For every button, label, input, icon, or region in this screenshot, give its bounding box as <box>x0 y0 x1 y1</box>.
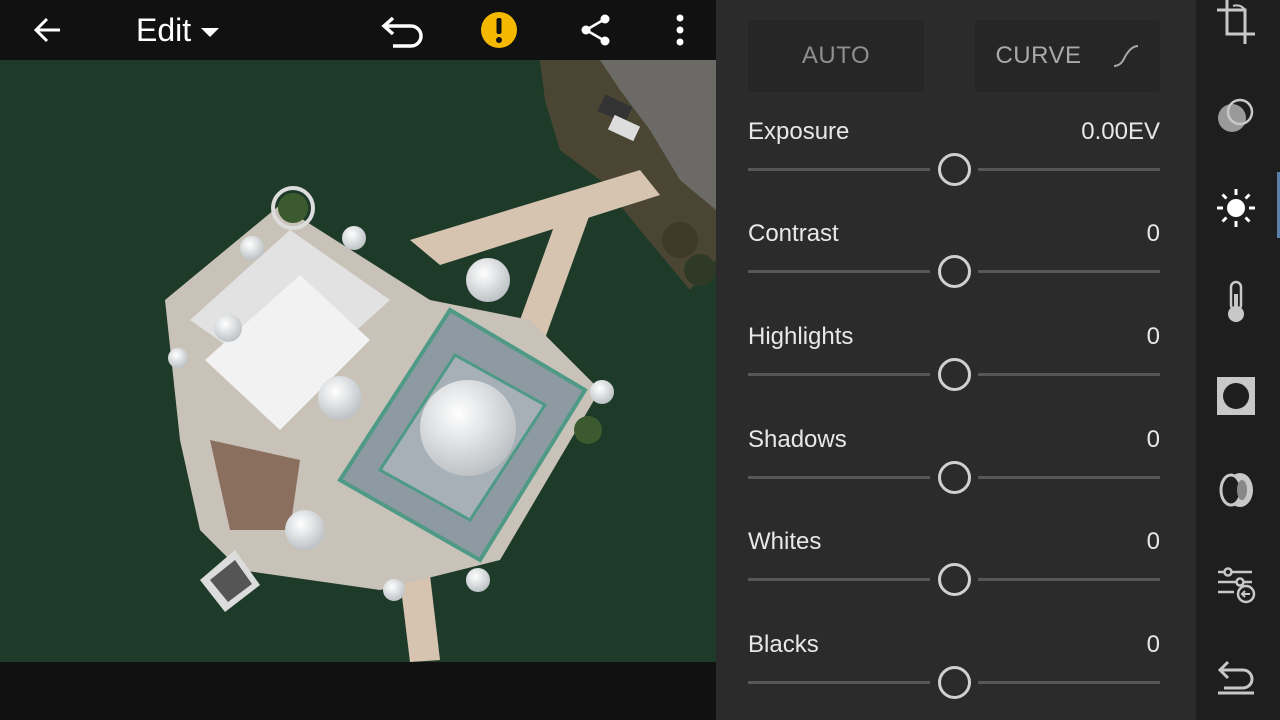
edit-mode-label: Edit <box>136 11 192 48</box>
chevron-down-icon <box>201 27 220 37</box>
light-icon <box>1217 189 1255 227</box>
slider-label: Blacks <box>748 631 819 658</box>
slider-value: 0.00EV <box>1081 118 1160 145</box>
slider-value: 0 <box>1146 323 1160 350</box>
photo-canvas[interactable] <box>0 60 716 662</box>
exposure-slider-row: Exposure 0.00EV <box>748 118 1160 198</box>
top-toolbar: Edit <box>0 0 716 60</box>
undo-icon <box>381 16 423 48</box>
slider-handle[interactable] <box>937 461 971 494</box>
selective-icon <box>1218 98 1254 132</box>
reset-tool-button[interactable] <box>1214 656 1258 700</box>
crop-icon <box>1217 0 1255 44</box>
slider-value: 0 <box>1146 220 1160 247</box>
color-temperature-icon <box>1228 280 1244 322</box>
slider-label: Highlights <box>748 323 854 350</box>
whites-slider-row: Whites 0 <box>748 528 1160 608</box>
optics-icon <box>1219 473 1253 507</box>
selective-tool-button[interactable] <box>1214 94 1258 138</box>
app-root: Edit AUTO CURVE Exposure 0.00EV Contrast… <box>0 0 1280 720</box>
light-tool-button[interactable] <box>1214 186 1258 230</box>
slider-label: Contrast <box>748 220 839 247</box>
undo-button[interactable] <box>378 10 428 50</box>
crop-tool-button[interactable] <box>1214 0 1258 44</box>
edit-mode-dropdown[interactable]: Edit <box>136 10 246 50</box>
curve-button[interactable]: CURVE <box>975 20 1160 92</box>
more-vertical-icon <box>676 14 684 46</box>
back-button[interactable] <box>24 10 72 50</box>
slider-value: 0 <box>1146 528 1160 555</box>
share-icon <box>581 14 610 46</box>
color-tool-button[interactable] <box>1214 280 1258 324</box>
slider-handle[interactable] <box>937 153 971 186</box>
light-adjustment-panel: AUTO CURVE Exposure 0.00EV Contrast 0 Hi… <box>716 0 1196 720</box>
shadows-slider-row: Shadows 0 <box>748 426 1160 506</box>
blacks-slider-row: Blacks 0 <box>748 631 1160 711</box>
aerial-mosque-photo <box>0 60 716 662</box>
share-button[interactable] <box>574 10 618 50</box>
detail-tool-button[interactable] <box>1214 562 1258 606</box>
slider-label: Exposure <box>748 118 850 145</box>
slider-handle[interactable] <box>937 255 971 288</box>
slider-value: 0 <box>1146 631 1160 658</box>
tool-rail <box>1196 0 1280 720</box>
slider-handle[interactable] <box>937 563 971 596</box>
reset-icon <box>1217 660 1254 695</box>
effects-tool-button[interactable] <box>1214 374 1258 418</box>
slider-handle[interactable] <box>937 358 971 391</box>
auto-label: AUTO <box>801 42 871 69</box>
optics-tool-button[interactable] <box>1214 468 1258 512</box>
more-options-button[interactable] <box>660 10 700 50</box>
curve-label: CURVE <box>995 42 1082 69</box>
highlights-slider-row: Highlights 0 <box>748 323 1160 403</box>
curve-icon <box>1113 45 1138 67</box>
photo-bottom-strip <box>0 662 716 720</box>
warning-button[interactable] <box>478 10 520 50</box>
slider-label: Shadows <box>748 426 847 453</box>
arrow-left-icon <box>33 17 60 43</box>
contrast-slider-row: Contrast 0 <box>748 220 1160 300</box>
vignette-icon <box>1217 377 1255 415</box>
slider-handle[interactable] <box>937 666 971 699</box>
slider-value: 0 <box>1146 426 1160 453</box>
warning-icon <box>481 12 517 48</box>
auto-button[interactable]: AUTO <box>748 20 924 92</box>
detail-adjust-icon <box>1218 567 1256 604</box>
photo-area: Edit <box>0 0 716 720</box>
slider-label: Whites <box>748 528 822 555</box>
